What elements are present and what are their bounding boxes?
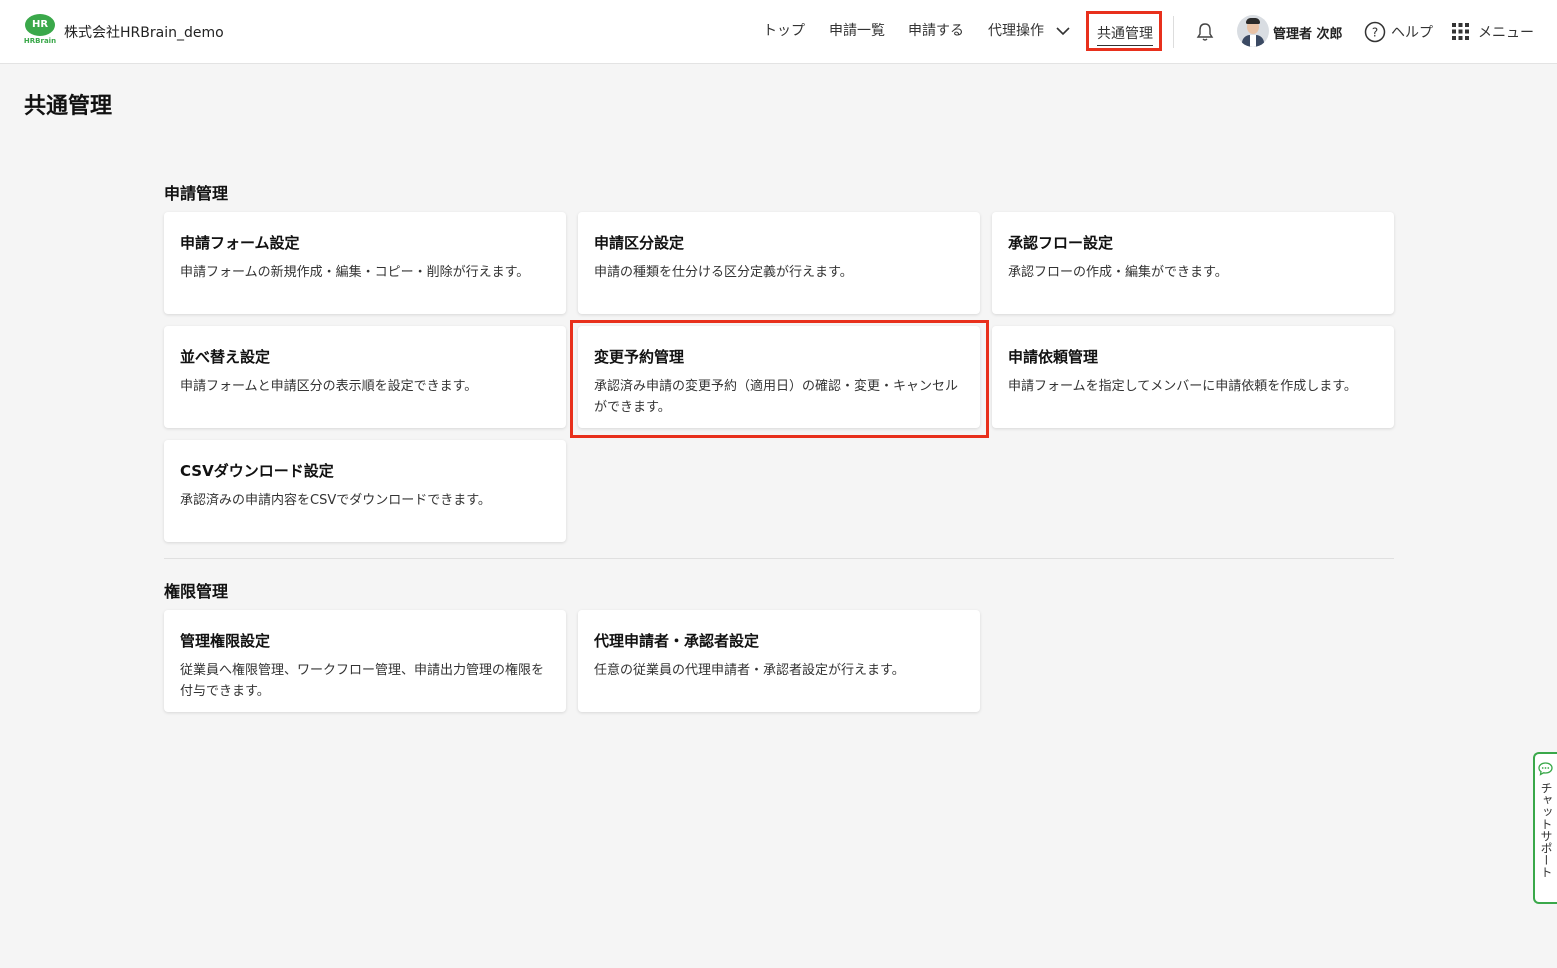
help-icon[interactable]: ? xyxy=(1364,21,1386,43)
card-sort-settings[interactable]: 並べ替え設定 申請フォームと申請区分の表示順を設定できます。 xyxy=(164,326,566,428)
section-divider xyxy=(164,558,1394,559)
company-name: 株式会社HRBrain_demo xyxy=(64,25,224,41)
nav-top[interactable]: トップ xyxy=(763,20,805,40)
card-csv-download-settings[interactable]: CSVダウンロード設定 承認済みの申請内容をCSVでダウンロードできます。 xyxy=(164,440,566,542)
card-description: 承認済み申請の変更予約（適用日）の確認・変更・キャンセルができます。 xyxy=(594,379,959,415)
card-title: 承認フロー設定 xyxy=(1008,234,1114,252)
help-link[interactable]: ヘルプ xyxy=(1391,22,1433,42)
card-application-category-settings[interactable]: 申請区分設定 申請の種類を仕分ける区分定義が行えます。 xyxy=(578,212,980,314)
card-application-form-settings[interactable]: 申請フォーム設定 申請フォームの新規作成・編集・コピー・削除が行えます。 xyxy=(164,212,566,314)
card-title: 変更予約管理 xyxy=(594,348,685,366)
card-description: 承認済みの申請内容をCSVでダウンロードできます。 xyxy=(180,493,491,508)
card-approval-flow-settings[interactable]: 承認フロー設定 承認フローの作成・編集ができます。 xyxy=(992,212,1394,314)
nav-common-management-label: 共通管理 xyxy=(1097,23,1153,46)
card-title: 申請区分設定 xyxy=(594,234,685,252)
card-application-request-management[interactable]: 申請依頼管理 申請フォームを指定してメンバーに申請依頼を作成します。 xyxy=(992,326,1394,428)
card-description: 従業員へ権限管理、ワークフロー管理、申請出力管理の権限を付与できます。 xyxy=(180,663,545,699)
nav-application-list[interactable]: 申請一覧 xyxy=(829,20,885,40)
card-title: 代理申請者・承認者設定 xyxy=(594,632,760,650)
menu-button[interactable]: メニュー xyxy=(1478,22,1534,42)
card-title: 並べ替え設定 xyxy=(180,348,271,366)
card-title: 管理権限設定 xyxy=(180,632,271,650)
section-title-application-management: 申請管理 xyxy=(164,184,229,203)
card-description: 申請の種類を仕分ける区分定義が行えます。 xyxy=(594,265,853,280)
grid-menu-icon[interactable] xyxy=(1452,23,1469,40)
card-description: 申請フォームの新規作成・編集・コピー・削除が行えます。 xyxy=(180,265,530,280)
card-title: 申請依頼管理 xyxy=(1008,348,1099,366)
app-header: HR HRBrain 株式会社HRBrain_demo トップ 申請一覧 申請す… xyxy=(0,0,1557,64)
nav-common-management[interactable]: 共通管理 xyxy=(1086,11,1162,51)
chat-support-tab[interactable]: チャットサポート xyxy=(1533,752,1557,904)
svg-text:?: ? xyxy=(1372,26,1378,40)
nav-proxy-label: 代理操作 xyxy=(988,23,1044,39)
card-title: CSVダウンロード設定 xyxy=(180,462,334,480)
hrbrain-logo[interactable]: HR HRBrain xyxy=(23,14,57,46)
card-description: 承認フローの作成・編集ができます。 xyxy=(1008,265,1228,280)
card-title: 申請フォーム設定 xyxy=(180,234,300,252)
chevron-down-icon xyxy=(1056,26,1071,35)
card-admin-permission-settings[interactable]: 管理権限設定 従業員へ権限管理、ワークフロー管理、申請出力管理の権限を付与できま… xyxy=(164,610,566,712)
header-divider xyxy=(1173,16,1174,48)
card-proxy-applicant-approver-settings[interactable]: 代理申請者・承認者設定 任意の従業員の代理申請者・承認者設定が行えます。 xyxy=(578,610,980,712)
card-description: 申請フォームを指定してメンバーに申請依頼を作成します。 xyxy=(1008,379,1357,394)
logo-mark: HR xyxy=(25,14,55,36)
card-description: 任意の従業員の代理申請者・承認者設定が行えます。 xyxy=(594,663,905,678)
user-name[interactable]: 管理者 次郎 xyxy=(1273,23,1343,42)
card-description: 申請フォームと申請区分の表示順を設定できます。 xyxy=(180,379,478,394)
nav-apply[interactable]: 申請する xyxy=(908,20,964,40)
chat-support-label: チャットサポート xyxy=(1539,782,1553,878)
section-title-permission-management: 権限管理 xyxy=(164,582,229,601)
card-change-reservation-management[interactable]: 変更予約管理 承認済み申請の変更予約（適用日）の確認・変更・キャンセルができます… xyxy=(578,326,980,428)
page-title: 共通管理 xyxy=(24,94,113,119)
logo-text: HRBrain xyxy=(23,37,57,45)
avatar[interactable] xyxy=(1237,15,1269,47)
nav-proxy-operation[interactable]: 代理操作 xyxy=(988,20,1071,40)
bell-icon[interactable] xyxy=(1196,22,1214,42)
chat-bubble-icon xyxy=(1538,762,1553,776)
